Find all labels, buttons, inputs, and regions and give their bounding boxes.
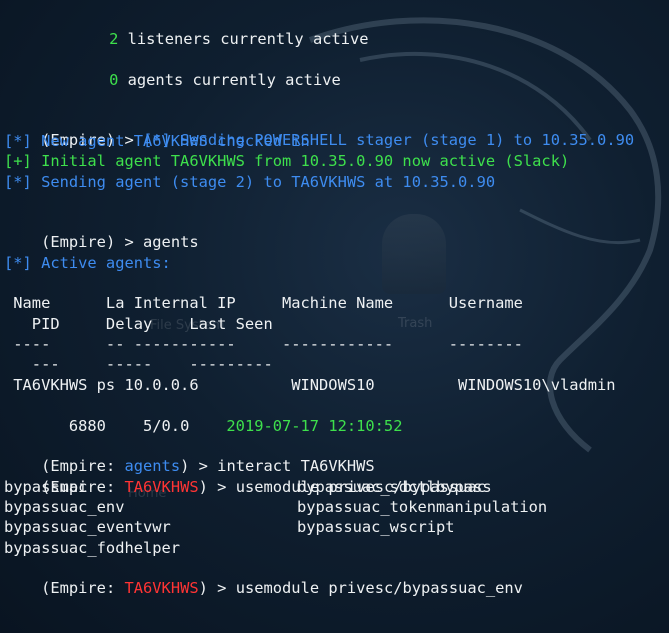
interact-command-line: (Empire: agents) > interact TA6VKHWS <box>4 436 375 475</box>
usemodule-command-line: (Empire: TA6VKHWS) > usemodule privesc/b… <box>4 457 486 496</box>
agents-table-row-2: 6880 5/0.0 2019-07-17 12:10:52 <box>4 396 403 435</box>
active-agents-message: [*] Active agents: <box>4 254 171 272</box>
usemodule-env-command-line: (Empire: TA6VKHWS) > usemodule privesc/b… <box>4 558 523 597</box>
agents-table-header-2: PID Delay Last Seen <box>4 315 273 333</box>
prompt-context-agent: TA6VKHWS <box>124 579 199 597</box>
completion-item: bypassuac_eventvwr <box>4 518 171 536</box>
completion-item: bypassuac_env <box>4 498 125 516</box>
listeners-status-line: 2 listeners currently active <box>72 9 368 48</box>
agents-table-separator: ---- -- ----------- ------------ -------… <box>4 335 523 353</box>
prompt-suffix: ) > <box>198 478 236 496</box>
agents-table-header: Name La Internal IP Machine Name Usernam… <box>4 294 523 312</box>
empire-prompt: (Empire) > <box>41 233 144 251</box>
prompt-suffix: ) > <box>198 579 236 597</box>
completion-item: bypassuac_sdctlbypass <box>297 478 492 496</box>
completion-item: bypassuac_tokenmanipulation <box>297 498 548 516</box>
listeners-count: 2 <box>109 30 119 48</box>
agents-command-line: (Empire) > agents <box>4 212 199 251</box>
trash-desktop-icon[interactable] <box>382 214 446 294</box>
completion-item: bypassuac_fodhelper <box>4 539 181 557</box>
listeners-text: listeners currently active <box>118 30 369 48</box>
stager-line: (Empire) > [*] Sending POWERSHELL stager… <box>4 110 634 149</box>
prompt-prefix: (Empire: <box>41 579 125 597</box>
usemodule-env-command: usemodule privesc/bypassuac_env <box>235 579 523 597</box>
agents-table-row: TA6VKHWS ps 10.0.0.6 WINDOWS10 WINDOWS10… <box>4 376 616 394</box>
agent-last-seen: 2019-07-17 12:10:52 <box>226 417 403 435</box>
completion-item: bypassuac_wscript <box>297 518 455 536</box>
agents-text: agents currently active <box>118 71 341 89</box>
trash-desktop-label: Trash <box>398 316 433 331</box>
agents-count: 0 <box>109 71 119 89</box>
agent-pid-delay: 6880 5/0.0 <box>41 417 227 435</box>
completion-item: bypassuac <box>4 478 88 496</box>
prompt-context-agent: TA6VKHWS <box>124 478 199 496</box>
agents-status-line: 0 agents currently active <box>72 50 341 89</box>
terminal-window[interactable]: Trash File System Home 2 listeners curre… <box>0 0 669 633</box>
initial-agent-message: [+] Initial agent TA6VKHWS from 10.35.0.… <box>4 152 570 170</box>
agents-command: agents <box>143 233 199 251</box>
stage2-message: [*] Sending agent (stage 2) to TA6VKHWS … <box>4 173 496 191</box>
new-agent-message: [*] New agent TA6VKHWS checked in <box>4 132 310 150</box>
agents-table-separator-2: --- ----- --------- <box>4 355 273 373</box>
